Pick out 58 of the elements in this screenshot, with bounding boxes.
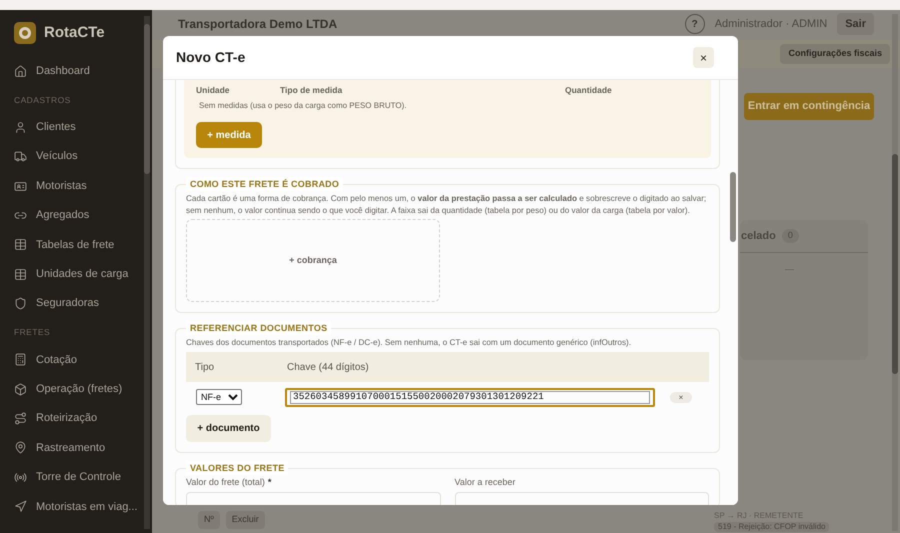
sidebar-item[interactable]: Operação (fretes) (14, 374, 138, 404)
sidebar-item[interactable]: Roteirização (14, 404, 138, 434)
table-icon (14, 268, 27, 281)
table-icon (14, 238, 27, 252)
add-charge-card[interactable]: + cobrança (186, 219, 440, 302)
document-type-select[interactable]: NF-e (196, 389, 242, 405)
sidebar-item[interactable]: Veículos (14, 142, 138, 172)
scrollbar-thumb[interactable] (730, 172, 736, 242)
documents-description: Chaves dos documentos transportados (NF-e / DC-e). Sem nenhuma, o CT-e sai com um documento genérico (infOutros). (186, 337, 632, 349)
shield-icon (14, 297, 27, 310)
field-label: Valor a receber (454, 476, 516, 489)
required-mark: * (268, 477, 272, 487)
fiscal-settings-button[interactable]: Configurações fiscais (780, 44, 890, 64)
sidebar-item[interactable]: Motoristas em viag... (14, 492, 138, 522)
column-header: Tipo (195, 360, 216, 374)
sidebar-item[interactable]: Seguradoras (14, 288, 138, 318)
home-icon (14, 64, 27, 78)
modal-title: Novo CT-e (176, 48, 246, 67)
radio-signal-icon (14, 470, 27, 484)
user-label: Administrador · ADMIN (714, 16, 828, 32)
sidebar-item[interactable]: Agregados (14, 200, 138, 230)
box-icon (14, 382, 27, 396)
remove-row-button[interactable]: × (670, 392, 692, 402)
field-label: Valor do frete (total) * (186, 476, 272, 489)
sidebar-item[interactable]: Unidades de carga (14, 260, 138, 289)
brand-name: RotaCTe (44, 23, 105, 43)
calculator-icon (14, 353, 27, 366)
status-value: — (785, 263, 795, 276)
sidebar-item[interactable]: Motoristas (14, 171, 138, 201)
scrollbar-thumb[interactable] (144, 24, 150, 174)
column-header: Quantidade (565, 84, 612, 96)
sidebar-item[interactable]: Cotação (14, 345, 138, 375)
help-button[interactable]: ? (684, 14, 705, 34)
empty-message: Sem medidas (usa o peso da carga como PESO BRUTO). (199, 100, 408, 112)
sidebar-item[interactable]: Tabelas de frete (14, 230, 138, 260)
sidebar-item[interactable]: Dashboard (14, 56, 138, 86)
user-icon (14, 120, 27, 134)
sidebar-item[interactable]: Rastreamento (14, 433, 138, 463)
sidebar-item[interactable]: Clientes (14, 112, 138, 142)
navigation-arrow-icon (14, 500, 27, 514)
sidebar-section-heading: CADASTROS (14, 94, 72, 107)
add-document-button[interactable]: + documento (186, 415, 271, 442)
scrollbar-thumb[interactable] (892, 154, 898, 374)
truck-icon (14, 150, 27, 164)
sidebar-item[interactable]: Torre de Controle (14, 462, 138, 492)
sidebar-section-heading: FRETES (14, 326, 52, 340)
company-name: Transportadora Demo LTDA (178, 16, 338, 33)
column-header: Tipo de medida (280, 84, 344, 96)
column-header: Chave (44 dígitos) (287, 360, 369, 374)
logo-icon (14, 22, 36, 44)
id-card-icon (14, 180, 27, 193)
map-pin-icon (14, 441, 27, 454)
route-icon (14, 412, 27, 426)
document-key-field[interactable]: 35260345899107000151550020002079301301209221 (285, 388, 655, 406)
column-header: Unidade (196, 84, 231, 96)
status-title: celado (741, 228, 776, 244)
close-button[interactable]: × (693, 47, 714, 68)
charging-description: Cada cartão é uma forma de cobrança. Com pelo menos um, o valor da prestação passa a ser calculado e sobrescreve o digitado ao salvar; sem nenhum, o valor continua sendo o que você digitar. A faixa sai da quantidade (tabela por peso) ou do valor da carga (tabela por valor). (186, 193, 708, 217)
